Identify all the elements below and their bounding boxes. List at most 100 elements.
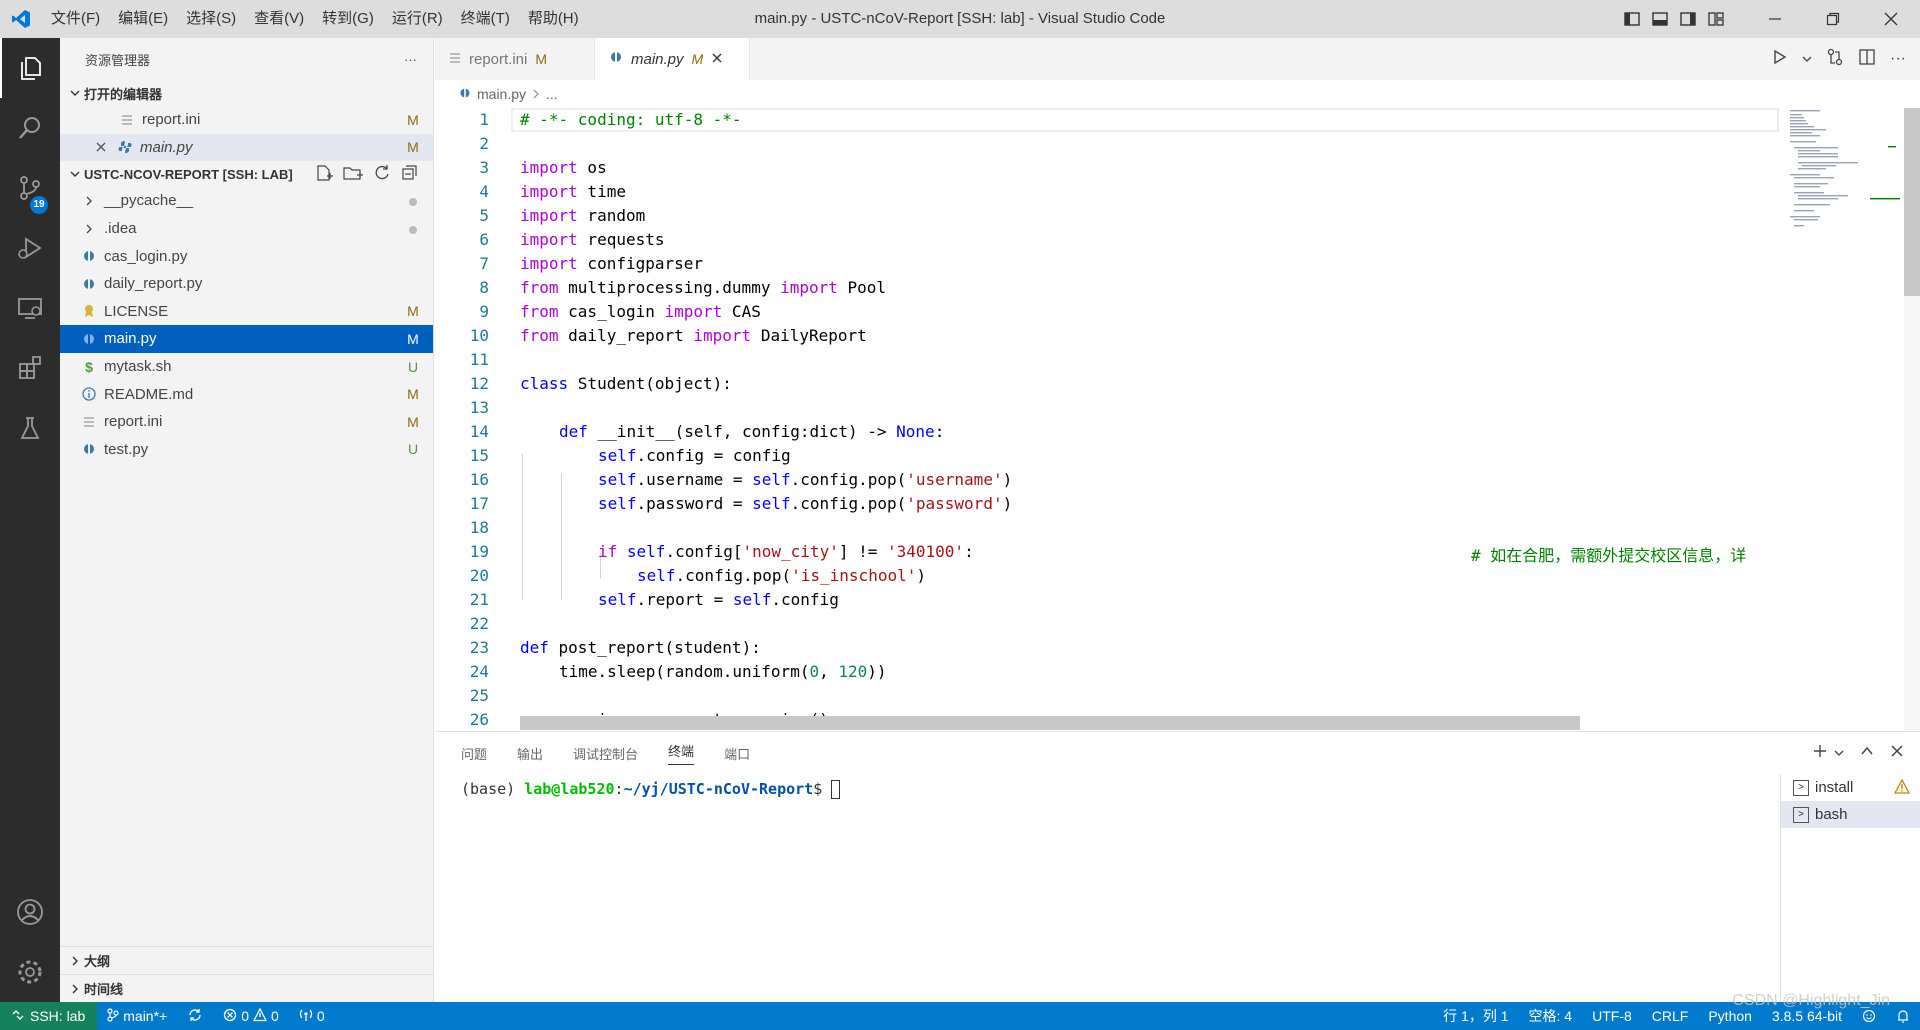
- terminal-icon: >: [1793, 806, 1809, 823]
- new-file-icon[interactable]: [315, 164, 333, 185]
- menu-help[interactable]: 帮助(H): [519, 0, 588, 38]
- close-panel-icon[interactable]: [1890, 744, 1904, 762]
- settings-file-icon: [118, 111, 136, 129]
- open-editor-item[interactable]: main.py M: [60, 133, 433, 162]
- chevron-right-icon: [66, 984, 84, 994]
- manage-gear-icon[interactable]: [0, 942, 60, 1002]
- close-tab-icon[interactable]: [711, 51, 723, 68]
- chevron-right-icon: [66, 956, 84, 966]
- error-icon: [223, 1008, 237, 1025]
- chevron-down-icon: [66, 169, 84, 179]
- ports-indicator[interactable]: 0: [289, 1008, 335, 1025]
- remote-explorer-icon[interactable]: [0, 278, 60, 338]
- source-control-icon[interactable]: 19: [0, 158, 60, 218]
- menu-bar: 文件(F) 编辑(E) 选择(S) 查看(V) 转到(G) 运行(R) 终端(T…: [42, 0, 588, 38]
- python-file-icon: [80, 275, 98, 293]
- terminal-item-bash[interactable]: > bash: [1781, 801, 1920, 828]
- broadcast-icon: [299, 1008, 313, 1025]
- minimize-icon[interactable]: [1746, 0, 1804, 38]
- breadcrumb: main.py ...: [435, 80, 1920, 108]
- git-branch[interactable]: main*+: [97, 1007, 177, 1025]
- toggle-secondary-sidebar-icon[interactable]: [1674, 0, 1702, 38]
- customize-layout-icon[interactable]: [1702, 0, 1730, 38]
- menu-run[interactable]: 运行(R): [383, 0, 452, 38]
- outline-header[interactable]: 大纲: [60, 946, 434, 974]
- feedback-icon[interactable]: [1852, 1009, 1886, 1023]
- menu-edit[interactable]: 编辑(E): [109, 0, 177, 38]
- menu-file[interactable]: 文件(F): [42, 0, 109, 38]
- cursor-position[interactable]: 行 1，列 1: [1433, 1006, 1518, 1026]
- open-editors-header[interactable]: 打开的编辑器: [60, 80, 433, 106]
- settings-file-icon: [80, 413, 98, 431]
- encoding[interactable]: UTF-8: [1582, 1008, 1642, 1024]
- folder-item[interactable]: __pycache__: [60, 187, 433, 215]
- toggle-panel-icon[interactable]: [1646, 0, 1674, 38]
- end-of-line[interactable]: CRLF: [1642, 1008, 1699, 1024]
- terminal-output[interactable]: (base) lab@lab520:~/yj/USTC-nCoV-Report$: [461, 780, 841, 799]
- remote-indicator[interactable]: SSH: lab: [0, 1002, 98, 1030]
- explorer-icon[interactable]: [0, 38, 60, 98]
- new-terminal-icon[interactable]: [1812, 743, 1828, 763]
- breadcrumb-symbol[interactable]: ...: [546, 86, 558, 102]
- tab-report-ini[interactable]: report.ini M: [435, 38, 595, 80]
- code-editor[interactable]: 1 2 3 4 5 6 7 8 9 10 11 12 13 14 15 16 1…: [435, 108, 1780, 730]
- workspace-header[interactable]: USTC-NCOV-REPORT [SSH: LAB]: [60, 161, 433, 187]
- menu-view[interactable]: 查看(V): [245, 0, 313, 38]
- tab-main-py[interactable]: main.py M: [595, 38, 750, 80]
- split-editor-icon[interactable]: [1858, 48, 1876, 70]
- open-changes-icon[interactable]: [1826, 48, 1844, 70]
- menu-go[interactable]: 转到(G): [313, 0, 383, 38]
- horizontal-scrollbar[interactable]: [520, 716, 1580, 730]
- timeline-header[interactable]: 时间线: [60, 974, 434, 1002]
- vertical-scrollbar-thumb[interactable]: [1904, 108, 1920, 296]
- maximize-panel-icon[interactable]: [1860, 744, 1874, 762]
- refresh-icon[interactable]: [373, 164, 391, 185]
- file-item[interactable]: daily_report.py: [60, 270, 433, 298]
- testing-icon[interactable]: [0, 398, 60, 458]
- run-debug-icon[interactable]: [0, 218, 60, 278]
- toggle-primary-sidebar-icon[interactable]: [1618, 0, 1646, 38]
- language-mode[interactable]: Python: [1698, 1008, 1762, 1024]
- close-window-icon[interactable]: [1862, 0, 1920, 38]
- open-editor-item[interactable]: report.ini M: [60, 106, 433, 134]
- chevron-down-icon[interactable]: [1802, 51, 1812, 68]
- tab-ports[interactable]: 端口: [724, 744, 750, 763]
- terminal-item-install[interactable]: > install: [1781, 774, 1920, 801]
- tab-debug-console[interactable]: 调试控制台: [573, 744, 638, 763]
- minimap[interactable]: [1780, 108, 1904, 730]
- open-editors-title: 打开的编辑器: [84, 86, 163, 102]
- sync-button[interactable]: [177, 1008, 213, 1025]
- indentation[interactable]: 空格: 4: [1519, 1006, 1583, 1026]
- extensions-icon[interactable]: [0, 338, 60, 398]
- chevron-down-icon[interactable]: [1834, 745, 1844, 762]
- file-item[interactable]: $ mytask.sh U: [60, 353, 433, 381]
- code-line: self.report = self.config: [598, 590, 839, 609]
- tab-output[interactable]: 输出: [517, 744, 543, 763]
- restore-icon[interactable]: [1804, 0, 1862, 38]
- search-icon[interactable]: [0, 98, 60, 158]
- file-item[interactable]: cas_login.py: [60, 242, 433, 270]
- python-interpreter[interactable]: 3.8.5 64-bit: [1762, 1008, 1852, 1024]
- tab-terminal[interactable]: 终端: [668, 741, 695, 765]
- close-icon[interactable]: [92, 138, 110, 156]
- file-item[interactable]: report.ini M: [60, 408, 433, 436]
- notifications-icon[interactable]: [1886, 1009, 1920, 1023]
- accounts-icon[interactable]: [0, 882, 60, 942]
- new-folder-icon[interactable]: [343, 164, 363, 185]
- more-actions-icon[interactable]: ···: [1890, 50, 1906, 68]
- file-item[interactable]: test.py U: [60, 436, 433, 464]
- file-item[interactable]: main.py M: [60, 325, 433, 353]
- problems-indicator[interactable]: 0 0: [213, 1007, 289, 1025]
- tab-problems[interactable]: 问题: [461, 744, 487, 763]
- folder-item[interactable]: .idea: [60, 215, 433, 243]
- run-python-icon[interactable]: [1772, 49, 1788, 69]
- collapse-all-icon[interactable]: [401, 164, 419, 185]
- outline-title: 大纲: [84, 954, 111, 969]
- file-item[interactable]: LICENSE M: [60, 298, 433, 326]
- code-line: def __init__(self, config:dict) -> None:: [559, 422, 945, 441]
- breadcrumb-file[interactable]: main.py: [477, 86, 526, 102]
- file-item[interactable]: README.md M: [60, 380, 433, 408]
- menu-terminal[interactable]: 终端(T): [452, 0, 519, 38]
- explorer-more-button[interactable]: ···: [404, 52, 417, 67]
- menu-selection[interactable]: 选择(S): [177, 0, 245, 38]
